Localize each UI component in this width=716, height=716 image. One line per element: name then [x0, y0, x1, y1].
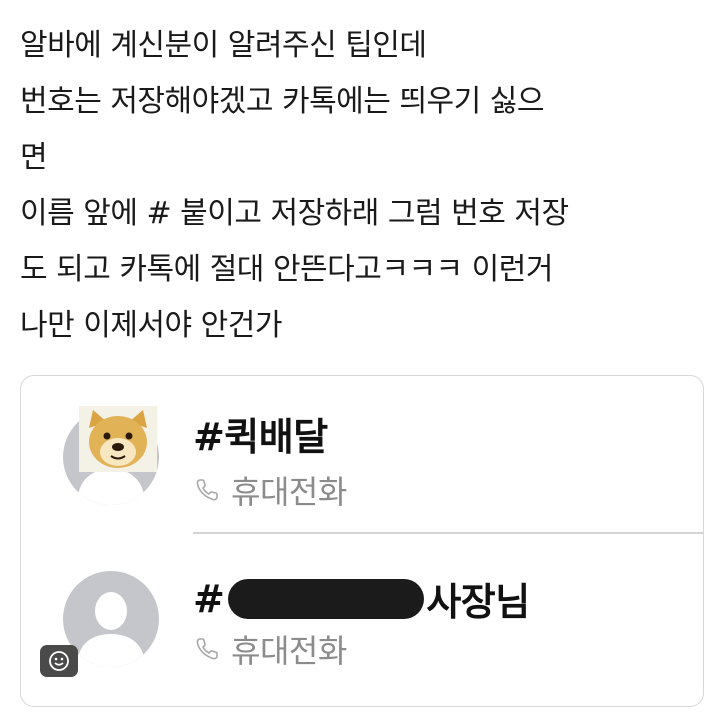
- post-text: 알바에 계신분이 알려주신 팁인데 번호는 저장해야겠고 카톡에는 띄우기 싫으…: [20, 18, 700, 354]
- contact-name: # 사장님: [193, 571, 530, 626]
- emoji-button[interactable]: [40, 645, 78, 677]
- contact-name: #퀵배달: [193, 415, 328, 459]
- contacts-screenshot: #퀵배달 휴대전화 # 사장님 휴대전화: [20, 375, 704, 707]
- phone-icon: [196, 638, 218, 660]
- contact-name-prefix: #: [193, 576, 225, 621]
- divider: [193, 532, 703, 534]
- post-line: 번호는 저장해야겠고 카톡에는 띄우기 싫으: [20, 84, 544, 119]
- phone-row: 휴대전화: [193, 470, 347, 511]
- phone-row: 휴대전화: [193, 629, 347, 670]
- phone-type-label: 휴대전화: [231, 632, 347, 670]
- contact-name-suffix: 사장님: [426, 580, 530, 624]
- contact-row[interactable]: # 사장님 휴대전화: [21, 541, 703, 701]
- post-line: 도 되고 카톡에 절대 안뜬다고ㅋㅋㅋ 이런거: [20, 252, 553, 287]
- contact-row[interactable]: #퀵배달 휴대전화: [21, 376, 703, 536]
- redaction-mark: [228, 578, 425, 619]
- emoji-icon: [49, 651, 69, 671]
- phone-icon: [196, 479, 218, 501]
- post-line: 이름 앞에 # 붙이고 저장하래 그럼 번호 저장: [20, 196, 569, 231]
- post-line: 나만 이제서야 안건가: [20, 308, 282, 343]
- doge-icon: [79, 406, 157, 472]
- phone-type-label: 휴대전화: [231, 473, 347, 511]
- post-line: 면: [20, 140, 48, 175]
- post-line: 알바에 계신분이 알려주신 팁인데: [20, 28, 427, 63]
